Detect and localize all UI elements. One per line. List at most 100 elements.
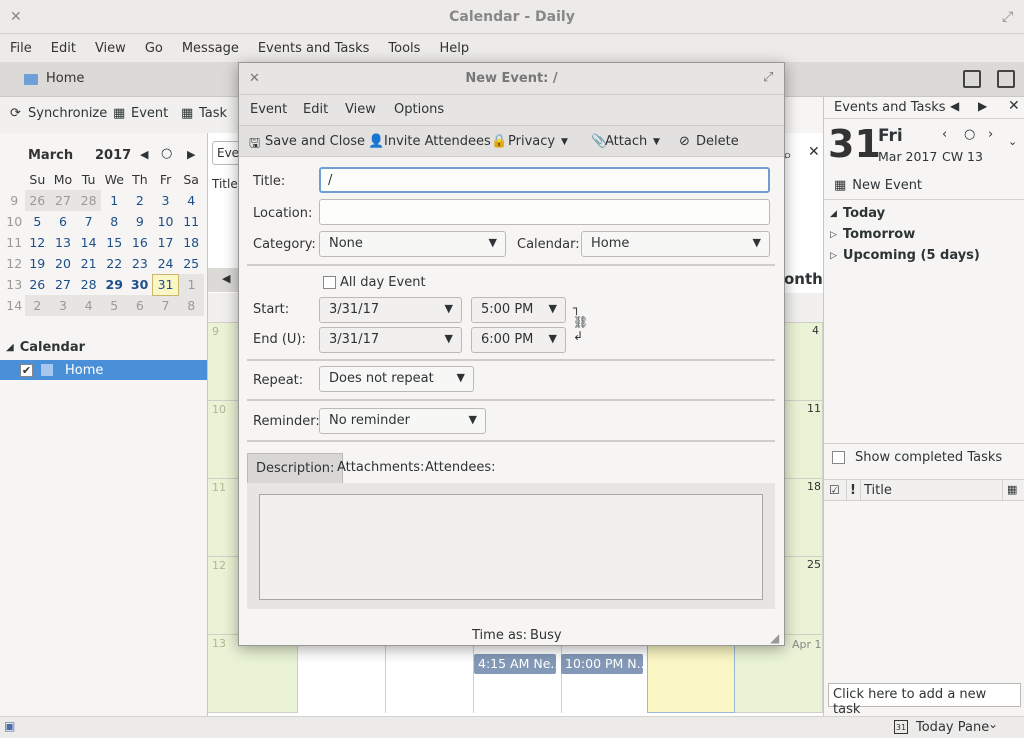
next-icon[interactable]: ▶ — [978, 99, 987, 113]
close-icon[interactable]: ✕ — [1008, 98, 1020, 114]
group-upcoming[interactable]: ▷ Upcoming (5 days) — [830, 248, 980, 263]
dialog-menu-view[interactable]: View — [345, 102, 376, 117]
minical-day[interactable]: 5 — [25, 211, 51, 232]
save-and-close-button[interactable]: Save and Close — [265, 134, 365, 149]
privacy-dropdown-icon[interactable]: ▼ — [561, 137, 568, 147]
group-today[interactable]: ◢ Today — [830, 206, 885, 221]
prev-day-icon[interactable]: ‹ — [942, 127, 947, 142]
minical-day[interactable]: 21 — [76, 253, 102, 274]
next-day-icon[interactable]: › — [988, 127, 993, 142]
description-textarea[interactable] — [259, 494, 763, 600]
home-checkbox[interactable]: ✔ — [20, 363, 33, 377]
tasks-tab-icon[interactable] — [997, 70, 1015, 88]
tab-home[interactable]: Home — [0, 62, 235, 96]
close-icon[interactable]: ✕ — [249, 71, 260, 86]
minical-day[interactable]: 19 — [25, 253, 51, 274]
today-pane-toggle[interactable]: Today Pane — [916, 720, 989, 735]
start-time-picker[interactable]: 5:00 PM ▼ — [471, 297, 566, 323]
tab-attendees[interactable]: Attendees: — [417, 453, 504, 483]
minical-day[interactable]: 26 — [25, 274, 51, 295]
minical-day[interactable]: 25 — [178, 253, 204, 274]
maximize-icon[interactable]: ⤢ — [763, 70, 773, 85]
minical-day[interactable]: 7 — [76, 211, 102, 232]
new-event-button[interactable]: Event — [131, 106, 168, 121]
show-completed-toggle[interactable]: Show completed Tasks — [832, 450, 1002, 465]
minical-day[interactable]: 11 — [178, 211, 204, 232]
minical-day[interactable]: 1 — [101, 190, 127, 211]
minical-day[interactable]: 3 — [153, 190, 179, 211]
minical-day[interactable]: 31 — [152, 273, 179, 296]
new-task-input[interactable]: Click here to add a new task — [828, 683, 1021, 717]
chevron-down-icon[interactable]: ⌄ — [1008, 135, 1017, 148]
prev-icon[interactable]: ◀ — [950, 99, 959, 113]
new-event-button[interactable]: ▦ New Event — [824, 173, 1024, 197]
minical-day[interactable]: 8 — [101, 211, 127, 232]
calendar-list-header[interactable]: ◢ Calendar — [0, 340, 85, 355]
minical-day[interactable]: 18 — [178, 232, 204, 253]
minical-day[interactable]: 22 — [101, 253, 127, 274]
minical-day[interactable]: 13 — [50, 232, 76, 253]
event-item[interactable]: 4:15 AM Ne... — [474, 654, 556, 674]
end-time-picker[interactable]: 6:00 PM ▼ — [471, 327, 566, 353]
menu-go[interactable]: Go — [145, 41, 163, 56]
maximize-icon[interactable]: ⤢ — [1002, 0, 1013, 34]
today-icon[interactable]: ○ — [161, 146, 172, 161]
minical-day[interactable]: 28 — [75, 190, 102, 211]
menu-events-and-tasks[interactable]: Events and Tasks — [258, 41, 370, 56]
minical-year[interactable]: 2017 — [95, 148, 131, 163]
dialog-menu-edit[interactable]: Edit — [303, 102, 328, 117]
menu-tools[interactable]: Tools — [388, 41, 420, 56]
delete-button[interactable]: Delete — [696, 134, 739, 149]
column-picker-icon[interactable]: ▦ — [1007, 483, 1017, 496]
group-tomorrow[interactable]: ▷ Tomorrow — [830, 227, 915, 242]
calendar-item-home[interactable]: ✔ Home — [0, 360, 207, 380]
category-select[interactable]: None ▼ — [319, 231, 506, 257]
privacy-button[interactable]: Privacy — [508, 134, 555, 149]
title-input[interactable]: / — [319, 167, 770, 193]
reminder-select[interactable]: No reminder ▼ — [319, 408, 486, 434]
menu-help[interactable]: Help — [439, 41, 469, 56]
today-icon[interactable]: ○ — [964, 127, 975, 142]
minical-day[interactable]: 6 — [127, 295, 153, 316]
show-completed-checkbox[interactable] — [832, 451, 845, 464]
minical-day[interactable]: 2 — [127, 190, 153, 211]
allday-toggle[interactable]: All day Event — [323, 275, 426, 290]
invite-attendees-button[interactable]: Invite Attendees — [384, 134, 491, 149]
next-month-icon[interactable]: ▶ — [187, 148, 195, 161]
minical-day[interactable]: 6 — [50, 211, 76, 232]
minical-day[interactable]: 5 — [101, 295, 128, 316]
today-cell[interactable] — [647, 635, 735, 713]
time-as-value[interactable]: Busy — [530, 628, 562, 643]
minical-day[interactable]: 30 — [127, 274, 153, 295]
calendar-select[interactable]: Home ▼ — [581, 231, 770, 257]
minical-day[interactable]: 29 — [101, 274, 127, 295]
minical-day[interactable]: 2 — [24, 295, 51, 316]
minical-day[interactable]: 12 — [25, 232, 51, 253]
minical-day[interactable]: 26 — [24, 190, 51, 211]
allday-checkbox[interactable] — [323, 276, 336, 289]
minical-month[interactable]: March — [28, 148, 73, 163]
dialog-menu-options[interactable]: Options — [394, 102, 444, 117]
minical-day[interactable]: 3 — [50, 295, 76, 316]
minical-day[interactable]: 1 — [178, 274, 204, 295]
menu-message[interactable]: Message — [182, 41, 239, 56]
minical-day[interactable]: 28 — [76, 274, 102, 295]
minical-day[interactable]: 20 — [50, 253, 76, 274]
event-item[interactable]: 10:00 PM N... — [561, 654, 643, 674]
start-date-picker[interactable]: 3/31/17 ▼ — [319, 297, 462, 323]
new-task-button[interactable]: Task — [199, 106, 227, 121]
minical-day[interactable]: 10 — [153, 211, 179, 232]
resize-grip-icon[interactable]: ◢ — [770, 631, 779, 645]
minical-day[interactable]: 7 — [152, 295, 179, 316]
calendar-tab-icon[interactable] — [963, 70, 981, 88]
synchronize-button[interactable]: Synchronize — [28, 106, 107, 121]
minical-day[interactable]: 16 — [127, 232, 153, 253]
minical-day[interactable]: 14 — [76, 232, 102, 253]
completed-column-icon[interactable]: ☑ — [829, 483, 840, 497]
link-times-icon[interactable]: ┐ ⛓ ↲ — [573, 301, 588, 343]
minical-day[interactable]: 24 — [153, 253, 179, 274]
close-icon[interactable]: ✕ — [10, 0, 22, 34]
minical-day[interactable]: 27 — [50, 190, 76, 211]
minical-day[interactable]: 4 — [178, 190, 204, 211]
end-date-picker[interactable]: 3/31/17 ▼ — [319, 327, 462, 353]
